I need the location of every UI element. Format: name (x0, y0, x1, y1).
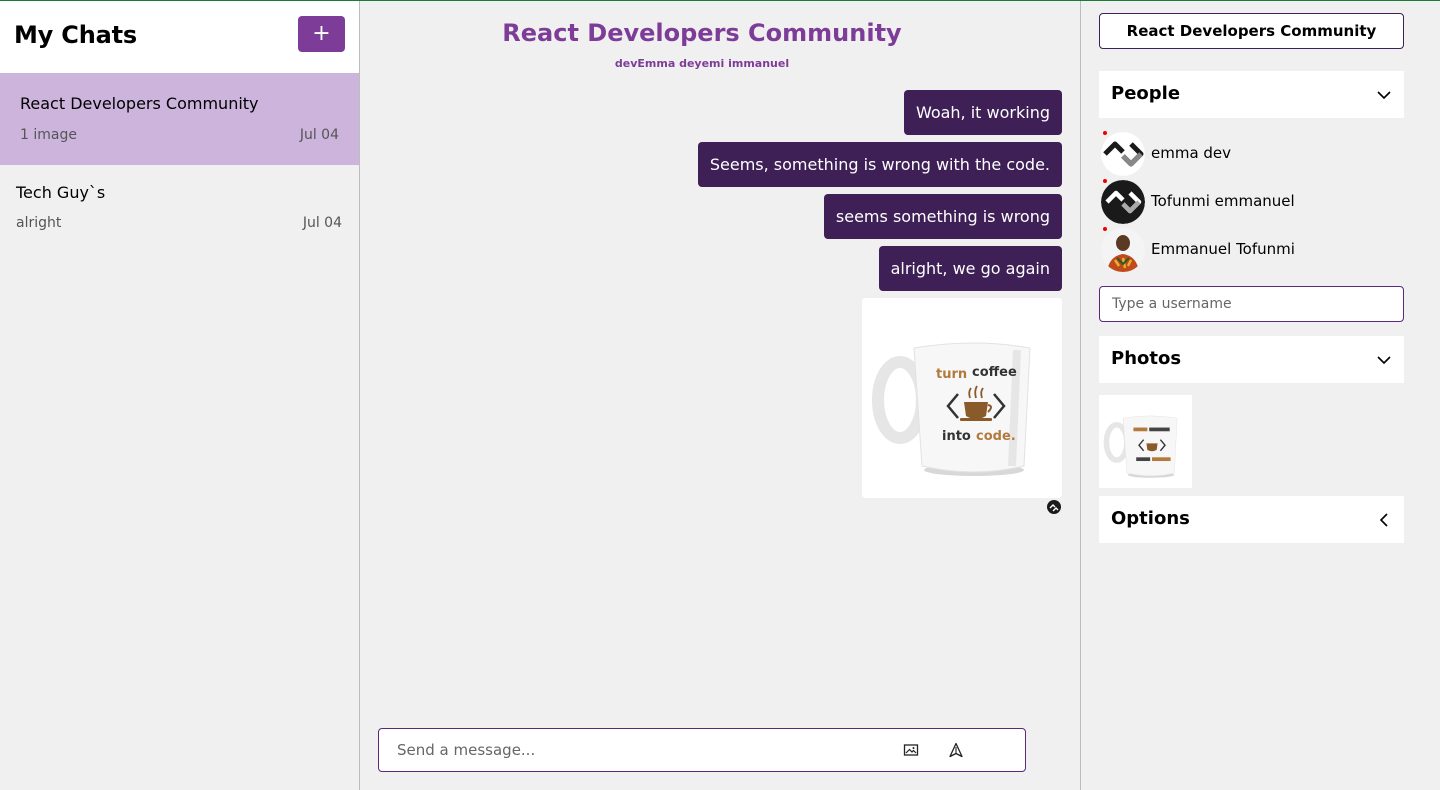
person-row-emma-dev[interactable]: emma dev (1099, 131, 1404, 177)
avatar (1101, 132, 1145, 176)
chat-members: devEmma deyemi immanuel (614, 57, 790, 70)
chat-feed: React Developers Community devEmma deyem… (360, 1, 1080, 790)
online-indicator (1103, 131, 1107, 135)
chat-card-date: Jul 04 (299, 127, 339, 143)
people-section-title: People (1111, 83, 1181, 104)
photos-section-header[interactable]: Photos (1099, 336, 1404, 383)
message-image[interactable]: turn coffee into code. (862, 298, 1062, 498)
chat-list-header: My Chats + (0, 1, 359, 73)
new-chat-button[interactable]: + (298, 16, 345, 52)
chat-title: React Developers Community (502, 19, 902, 47)
chat-settings-panel: React Developers Community People emma d… (1080, 1, 1440, 790)
person-name: Tofunmi emmanuel (1151, 192, 1295, 210)
mug-text-code: code. (976, 429, 1016, 444)
options-section-title: Options (1111, 508, 1190, 529)
coffee-mug-image: turn coffee into code. (862, 298, 1062, 498)
coffee-mug-thumbnail (1099, 395, 1192, 488)
online-indicator (1103, 227, 1107, 231)
chat-card-last-message: alright (16, 215, 62, 231)
chevron-down-icon (1376, 352, 1392, 368)
message-composer (378, 728, 1026, 772)
photo-thumbnail[interactable] (1099, 395, 1192, 488)
message-bubble: alright, we go again (878, 246, 1062, 291)
online-indicator (1103, 179, 1107, 183)
avatar (1101, 180, 1145, 224)
person-name: emma dev (1151, 144, 1232, 162)
person-row-tofunmi-emmanuel[interactable]: Tofunmi emmanuel (1099, 179, 1404, 225)
send-icon[interactable] (948, 742, 966, 760)
chat-card-react-developers[interactable]: React Developers Community 1 image Jul 0… (0, 73, 359, 165)
username-input[interactable] (1099, 286, 1404, 322)
chat-list-title: My Chats (14, 21, 137, 49)
message-bubble: Woah, it working (903, 90, 1062, 135)
message-bubble: Seems, something is wrong with the code. (697, 142, 1062, 187)
options-section-header[interactable]: Options (1099, 496, 1404, 543)
chat-name-field[interactable]: React Developers Community (1099, 13, 1404, 49)
chat-card-title: Tech Guy`s (16, 183, 106, 202)
message-bubble: seems something is wrong (823, 194, 1062, 239)
person-name: Emmanuel Tofunmi (1151, 240, 1295, 258)
avatar (1101, 228, 1145, 272)
person-row-emmanuel-tofunmi[interactable]: Emmanuel Tofunmi (1099, 227, 1404, 273)
mug-text-coffee: coffee (972, 365, 1017, 380)
chevron-left-icon (1376, 512, 1392, 528)
photos-section-title: Photos (1111, 348, 1182, 369)
read-receipt-avatar (1047, 500, 1061, 514)
people-section-header[interactable]: People (1099, 71, 1404, 118)
image-icon[interactable] (903, 742, 921, 760)
mug-text-into: into (942, 429, 971, 444)
chat-card-title: React Developers Community (20, 94, 259, 113)
chevron-down-icon (1376, 87, 1392, 103)
chat-card-date: Jul 04 (302, 215, 342, 231)
chat-card-tech-guys[interactable]: Tech Guy`s alright Jul 04 (0, 161, 359, 253)
chat-card-last-message: 1 image (20, 127, 77, 143)
mug-text-turn: turn (936, 367, 967, 382)
chat-list-panel: My Chats + React Developers Community 1 … (0, 1, 360, 790)
message-input[interactable] (397, 739, 877, 761)
